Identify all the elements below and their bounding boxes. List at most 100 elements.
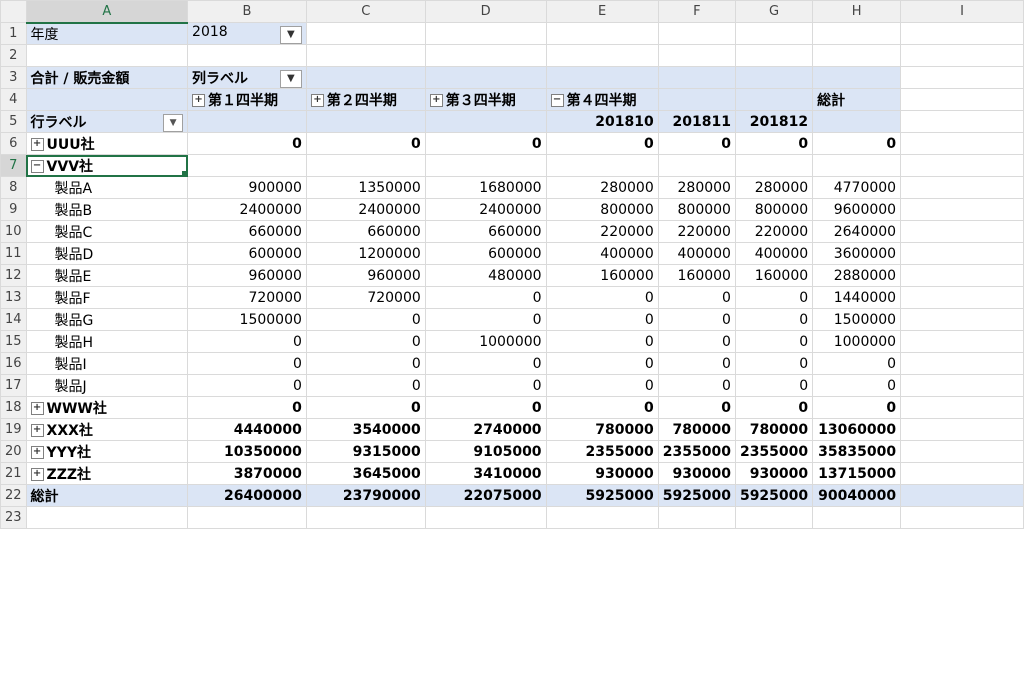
- cell[interactable]: [734, 44, 814, 67]
- value-cell[interactable]: 0: [657, 308, 736, 331]
- value-cell[interactable]: 0: [734, 330, 814, 353]
- value-cell[interactable]: [187, 154, 307, 177]
- cell[interactable]: [900, 198, 1024, 221]
- value-cell[interactable]: 0: [187, 396, 307, 419]
- value-cell[interactable]: 5925000: [734, 484, 814, 507]
- value-cell[interactable]: 0: [734, 374, 814, 397]
- cell[interactable]: [657, 44, 736, 67]
- expand-icon[interactable]: +: [429, 94, 443, 107]
- value-cell[interactable]: 160000: [545, 264, 659, 287]
- cell[interactable]: [900, 66, 1024, 89]
- value-cell[interactable]: 0: [657, 396, 736, 419]
- value-cell[interactable]: 0: [545, 374, 659, 397]
- grand-total-label[interactable]: 総計: [25, 484, 189, 507]
- product-label-cell[interactable]: 製品H: [25, 330, 189, 353]
- filter-label-cell[interactable]: 年度: [25, 22, 189, 45]
- cell[interactable]: [900, 374, 1024, 397]
- value-cell[interactable]: 0: [545, 330, 659, 353]
- cell[interactable]: [305, 22, 426, 45]
- cell[interactable]: [424, 44, 547, 67]
- cell[interactable]: [305, 44, 426, 67]
- value-cell[interactable]: 600000: [187, 242, 307, 265]
- value-cell[interactable]: 0: [812, 132, 902, 155]
- value-cell[interactable]: 800000: [545, 198, 659, 221]
- value-cell[interactable]: 2400000: [187, 198, 307, 221]
- cell[interactable]: [900, 220, 1024, 243]
- pivot-value-field[interactable]: 合計 / 販売金額: [25, 66, 189, 89]
- value-cell[interactable]: 0: [187, 330, 307, 353]
- value-cell[interactable]: 26400000: [187, 484, 307, 507]
- value-cell[interactable]: 780000: [545, 418, 659, 441]
- quarter-header[interactable]: + 第２四半期: [305, 88, 426, 111]
- row-header[interactable]: 9: [0, 198, 27, 221]
- value-cell[interactable]: 5925000: [545, 484, 659, 507]
- value-cell[interactable]: 800000: [734, 198, 814, 221]
- value-cell[interactable]: 0: [657, 330, 736, 353]
- company-label-cell[interactable]: + YYY社: [25, 440, 189, 463]
- cell[interactable]: [900, 440, 1024, 463]
- column-header-a[interactable]: A: [25, 0, 189, 24]
- row-header[interactable]: 6: [0, 132, 27, 155]
- cell[interactable]: [545, 66, 659, 89]
- cell[interactable]: [900, 22, 1024, 45]
- value-cell[interactable]: 930000: [734, 462, 814, 485]
- value-cell[interactable]: 780000: [734, 418, 814, 441]
- value-cell[interactable]: 0: [657, 374, 736, 397]
- value-cell[interactable]: 960000: [187, 264, 307, 287]
- value-cell[interactable]: 2400000: [305, 198, 426, 221]
- value-cell[interactable]: 220000: [734, 220, 814, 243]
- row-header[interactable]: 13: [0, 286, 27, 309]
- value-cell[interactable]: 930000: [545, 462, 659, 485]
- cell[interactable]: [657, 66, 736, 89]
- cell[interactable]: [900, 88, 1024, 111]
- cell[interactable]: [900, 352, 1024, 375]
- cell[interactable]: [424, 506, 547, 529]
- row-header[interactable]: 21: [0, 462, 27, 485]
- value-cell[interactable]: 0: [812, 352, 902, 375]
- cell[interactable]: [812, 44, 902, 67]
- value-cell[interactable]: 900000: [187, 176, 307, 199]
- cell[interactable]: [812, 66, 902, 89]
- column-header-i[interactable]: I: [900, 0, 1024, 23]
- value-cell[interactable]: 0: [424, 286, 547, 309]
- value-cell[interactable]: 0: [545, 308, 659, 331]
- value-cell[interactable]: 0: [545, 286, 659, 309]
- row-header[interactable]: 2: [0, 44, 27, 67]
- cell[interactable]: [900, 242, 1024, 265]
- value-cell[interactable]: 2740000: [424, 418, 547, 441]
- company-label-cell[interactable]: + WWW社: [25, 396, 189, 419]
- value-cell[interactable]: 280000: [657, 176, 736, 199]
- cell[interactable]: [657, 506, 736, 529]
- value-cell[interactable]: 400000: [657, 242, 736, 265]
- value-cell[interactable]: 480000: [424, 264, 547, 287]
- value-cell[interactable]: 0: [734, 308, 814, 331]
- value-cell[interactable]: 660000: [187, 220, 307, 243]
- value-cell[interactable]: 3410000: [424, 462, 547, 485]
- value-cell[interactable]: 0: [657, 286, 736, 309]
- value-cell[interactable]: 1500000: [812, 308, 902, 331]
- value-cell[interactable]: 4440000: [187, 418, 307, 441]
- value-cell[interactable]: 2355000: [657, 440, 736, 463]
- cell[interactable]: [305, 66, 426, 89]
- value-cell[interactable]: 0: [424, 374, 547, 397]
- value-cell[interactable]: 0: [305, 330, 426, 353]
- value-cell[interactable]: 400000: [545, 242, 659, 265]
- expand-icon[interactable]: +: [30, 424, 44, 437]
- value-cell[interactable]: 13715000: [812, 462, 902, 485]
- collapse-icon[interactable]: −: [30, 160, 44, 173]
- value-cell[interactable]: 280000: [734, 176, 814, 199]
- cell[interactable]: [25, 44, 189, 67]
- value-cell[interactable]: 220000: [545, 220, 659, 243]
- row-header[interactable]: 11: [0, 242, 27, 265]
- cell[interactable]: [187, 44, 307, 67]
- value-cell[interactable]: 0: [545, 352, 659, 375]
- row-header[interactable]: 8: [0, 176, 27, 199]
- cell[interactable]: [657, 88, 736, 111]
- value-cell[interactable]: 2355000: [545, 440, 659, 463]
- value-cell[interactable]: 3600000: [812, 242, 902, 265]
- cell[interactable]: [812, 110, 902, 133]
- value-cell[interactable]: 4770000: [812, 176, 902, 199]
- cell[interactable]: [657, 22, 736, 45]
- column-header-f[interactable]: F: [657, 0, 736, 23]
- cell[interactable]: [900, 110, 1024, 133]
